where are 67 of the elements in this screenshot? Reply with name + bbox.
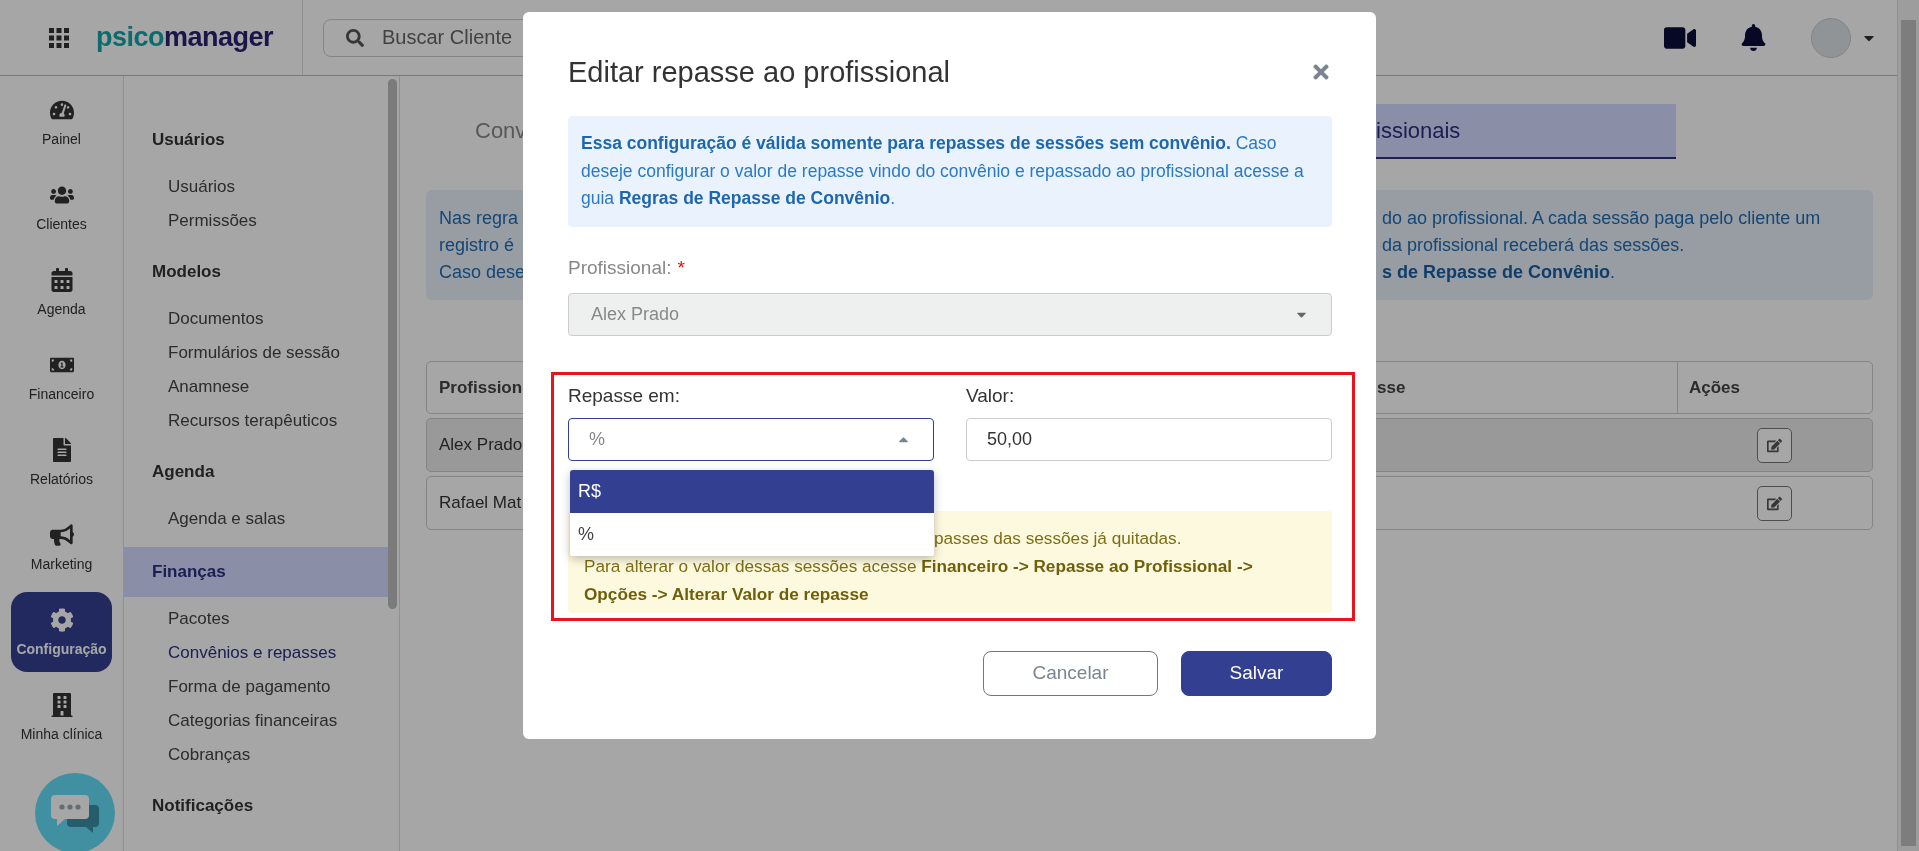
section-heading: Usuários bbox=[151, 129, 226, 151]
section-heading: Agenda bbox=[151, 461, 216, 483]
menu-item[interactable]: Cobranças bbox=[124, 738, 388, 772]
column-header: Ações bbox=[1689, 377, 1741, 398]
nav-item[interactable]: Painel bbox=[11, 80, 112, 165]
menu-item[interactable]: Convênios e repasses bbox=[124, 636, 388, 670]
warning-text: passes das sessões já quitadas. bbox=[934, 527, 1182, 548]
edit-button[interactable] bbox=[1757, 427, 1792, 463]
section-heading: Notificações bbox=[151, 795, 255, 817]
nav-item[interactable]: Agenda bbox=[11, 250, 112, 335]
repasse-select[interactable]: % bbox=[568, 417, 934, 461]
scrollbar[interactable] bbox=[1897, 0, 1919, 851]
edit-icon bbox=[1767, 437, 1782, 453]
menu-item[interactable]: Agenda e salas bbox=[124, 502, 388, 536]
settings-icon bbox=[49, 607, 74, 632]
nav-item[interactable]: Configuração bbox=[11, 592, 112, 672]
banner-text: s de Repasse de Convênio. bbox=[1382, 260, 1617, 284]
banner-text: registro é bbox=[439, 233, 516, 257]
column-header: Profission bbox=[438, 377, 524, 398]
dropdown-option[interactable]: R$ bbox=[570, 469, 934, 513]
field-label: Valor: bbox=[966, 383, 1016, 408]
field-label: Profissional: bbox=[568, 255, 672, 280]
section-heading: Modelos bbox=[151, 261, 222, 283]
menu-item[interactable]: Permissões bbox=[124, 204, 388, 238]
logo: psicomanager bbox=[96, 22, 274, 53]
dialog-title: Editar repasse ao profissional bbox=[568, 55, 951, 89]
search-input[interactable]: Buscar Cliente bbox=[380, 25, 680, 50]
menu-item[interactable]: Recursos terapêuticos bbox=[124, 404, 388, 438]
menu-item[interactable]: Categorias financeiras bbox=[124, 704, 388, 738]
warning-text: Para alterar o valor dessas sessões acesse Financeiro -> Repasse ao Profissional -> Opções -> Alterar Valor de repasse bbox=[584, 554, 1254, 606]
banner-text: do ao profissional. A cada sessão paga pelo cliente um bbox=[1382, 206, 1822, 230]
edit-icon bbox=[1767, 495, 1782, 511]
dropdown-option[interactable]: % bbox=[570, 512, 934, 556]
menu-item[interactable]: Anamnese bbox=[124, 370, 388, 404]
edit-button[interactable] bbox=[1757, 485, 1792, 521]
banner-text: Caso dese bbox=[439, 260, 523, 284]
gauge-icon bbox=[49, 98, 74, 122]
nav-item[interactable]: Marketing bbox=[11, 505, 112, 590]
megaphone-icon bbox=[49, 523, 74, 547]
column-header: sse bbox=[1377, 377, 1407, 398]
value-input[interactable]: 50,00 bbox=[966, 417, 1332, 461]
nav-item[interactable]: Financeiro bbox=[11, 335, 112, 420]
banner-text: Nas regra bbox=[439, 206, 520, 230]
search-icon bbox=[346, 28, 364, 47]
table-cell-text: Alex Prado bbox=[438, 435, 524, 455]
calendar-icon bbox=[49, 268, 74, 292]
tab[interactable]: issionais bbox=[1376, 104, 1676, 159]
menu-item[interactable]: Forma de pagamento bbox=[124, 670, 388, 704]
nav-item[interactable]: Relatórios bbox=[11, 420, 112, 505]
menu-item[interactable]: Formulários de sessão bbox=[124, 336, 388, 370]
nav-item[interactable]: Clientes bbox=[11, 165, 112, 250]
menu-item[interactable]: Usuários bbox=[124, 170, 388, 204]
table-cell-text: Rafael Mat bbox=[438, 493, 523, 513]
cancel-button[interactable]: Cancelar bbox=[983, 650, 1158, 696]
bell-icon[interactable] bbox=[1740, 24, 1767, 51]
chat-icon bbox=[51, 793, 99, 833]
menu-item[interactable]: Documentos bbox=[124, 302, 388, 336]
building-icon bbox=[49, 693, 74, 717]
field-label: Repasse em: bbox=[568, 383, 681, 408]
section-heading: Finanças bbox=[124, 547, 388, 597]
banner-text: da profissional receberá das sessões. bbox=[1382, 233, 1686, 257]
menu-item[interactable]: Pacotes bbox=[124, 602, 388, 636]
scrollbar[interactable] bbox=[388, 79, 397, 609]
nav-item[interactable]: Minha clínica bbox=[11, 675, 112, 760]
required-mark: * bbox=[677, 255, 685, 280]
save-button[interactable]: Salvar bbox=[1181, 650, 1332, 696]
notice-text: Essa configuração é válida somente para repasses de sessões sem convênio. Caso deseje configurar o valor de repasse vindo do convênio e repassado ao profissional acesse a guia Regras de Repasse de Convênio. bbox=[568, 116, 1332, 227]
